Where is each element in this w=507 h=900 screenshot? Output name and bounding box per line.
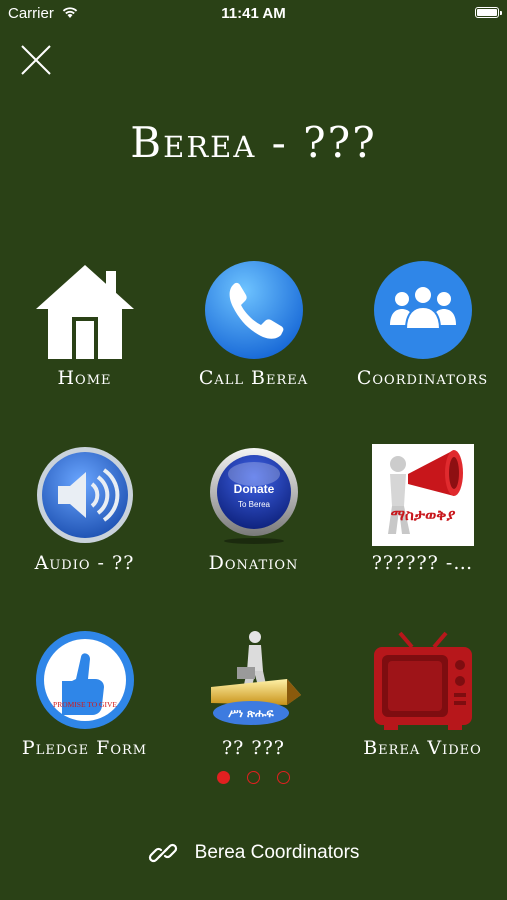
people-group-icon <box>374 261 472 359</box>
close-icon <box>21 45 51 75</box>
pledge-thumb-icon: PROMISE TO GIVE <box>36 631 134 729</box>
menu-item-home[interactable]: Home <box>0 255 169 405</box>
battery-icon <box>475 7 502 18</box>
menu-item-label: Donation <box>208 552 299 574</box>
menu-item-label: Home <box>57 367 112 389</box>
menu-item-coordinators[interactable]: Coordinators <box>338 255 507 405</box>
menu-item-announcement[interactable]: ማስታወቅያ ?????? -… <box>338 440 507 590</box>
page-dot-1[interactable] <box>216 771 230 784</box>
menu-item-label: Coordinators <box>356 367 489 389</box>
phone-icon <box>205 261 303 359</box>
menu-item-label: Audio - ?? <box>34 552 135 574</box>
donate-icon-text: Donate <box>234 482 275 496</box>
speaker-icon <box>37 447 133 543</box>
page-dot-3[interactable] <box>277 771 291 784</box>
footer-link-coordinators[interactable]: Berea Coordinators <box>0 838 507 874</box>
literature-icon-text: ሥነ ጽሑፍ <box>228 707 274 720</box>
pledge-icon-text: PROMISE TO GIVE <box>53 700 117 709</box>
page-dot-2[interactable] <box>247 771 260 784</box>
menu-item-literature[interactable]: ሥነ ጽሑፍ ?? ??? <box>169 625 338 775</box>
menu-item-call-berea[interactable]: Call Berea <box>169 255 338 405</box>
close-button[interactable] <box>16 40 56 80</box>
menu-item-berea-video[interactable]: Berea Video <box>338 625 507 775</box>
house-icon <box>36 265 134 359</box>
megaphone-icon: ማስታወቅያ <box>372 444 474 546</box>
menu-item-label: ?????? -… <box>371 552 474 574</box>
announcement-icon-text: ማስታወቅያ <box>391 506 456 524</box>
footer-label: Berea Coordinators <box>194 842 360 863</box>
app-screen: Carrier 11:41 AM Berea - ??? Home Call B… <box>0 0 507 900</box>
menu-item-pledge-form[interactable]: PROMISE TO GIVE Pledge Form <box>0 625 169 775</box>
status-bar: Carrier 11:41 AM <box>0 0 507 28</box>
donate-icon-subtext: To Berea <box>238 500 271 509</box>
page-indicator <box>0 769 507 787</box>
menu-item-label: Pledge Form <box>21 737 148 759</box>
menu-item-audio[interactable]: Audio - ?? <box>0 440 169 590</box>
status-time: 11:41 AM <box>221 5 286 22</box>
menu-item-label: Call Berea <box>198 367 309 389</box>
menu-item-label: ?? ??? <box>222 737 285 759</box>
menu-item-donation[interactable]: Donate To Berea Donation <box>169 440 338 590</box>
writer-pen-icon: ሥነ ጽሑፍ <box>211 631 301 725</box>
menu-item-label: Berea Video <box>363 737 482 759</box>
donate-button-icon: Donate To Berea <box>210 448 298 544</box>
page-title: Berea - ??? <box>130 118 377 167</box>
link-icon <box>148 843 177 863</box>
tv-icon <box>374 631 472 730</box>
